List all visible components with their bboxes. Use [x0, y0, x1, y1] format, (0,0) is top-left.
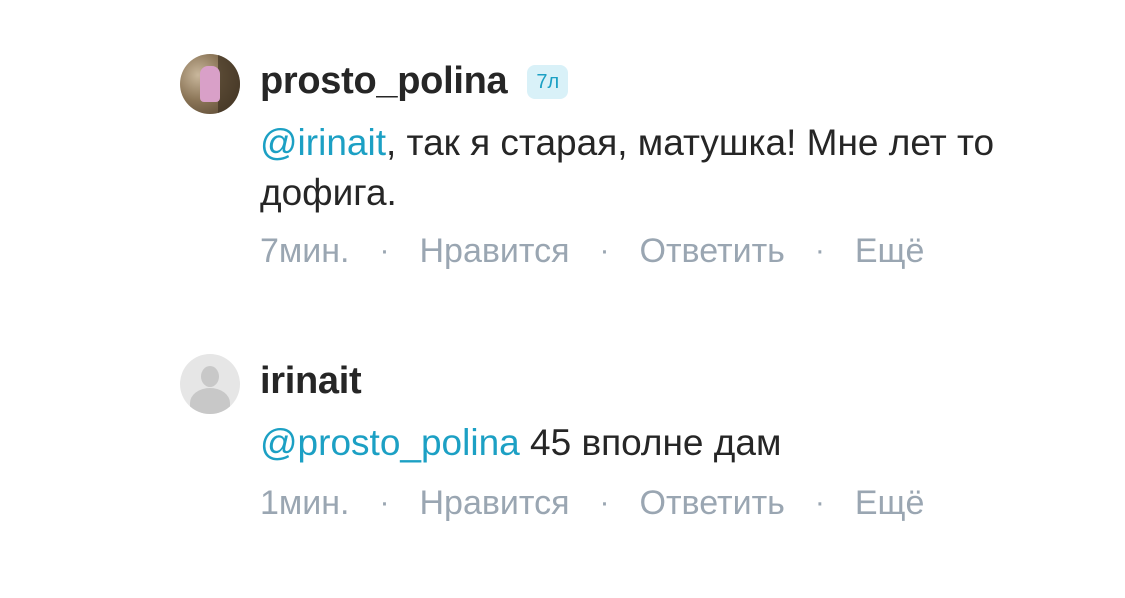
separator-dot: · [814, 234, 825, 267]
comment-actions: 1мин. · Нравится · Ответить · Ещё [260, 478, 1080, 528]
like-button[interactable]: Нравится [420, 484, 570, 523]
comment-body: irinait @prosto_polina 45 вполне дам 1ми… [260, 354, 1080, 528]
comment-header: irinait [260, 348, 1080, 414]
avatar-photo-figure [200, 66, 220, 102]
avatar[interactable] [180, 54, 240, 114]
username[interactable]: irinait [260, 360, 362, 403]
comment-actions: 7мин. · Нравится · Ответить · Ещё [260, 226, 1080, 276]
default-avatar-shoulders [190, 388, 230, 414]
separator-dot: · [379, 234, 390, 267]
more-button[interactable]: Ещё [855, 484, 925, 523]
comment-text: @irinait, так я старая, матушка! Мне лет… [260, 118, 1080, 218]
avatar[interactable] [180, 354, 240, 414]
timestamp: 7мин. [260, 231, 350, 270]
age-badge: 7л [527, 65, 569, 99]
comment-body: prosto_polina 7л @irinait, так я старая,… [260, 54, 1080, 276]
separator-dot: · [599, 486, 610, 519]
timestamp: 1мин. [260, 483, 350, 522]
comment-text: @prosto_polina 45 вполне дам [260, 418, 1080, 468]
avatar-photo-shade [218, 54, 240, 114]
comment-header: prosto_polina 7л [260, 48, 1080, 114]
reply-button[interactable]: Ответить [640, 232, 785, 271]
separator-dot: · [814, 486, 825, 519]
comment-message: 45 вполне дам [519, 422, 782, 463]
reply-button[interactable]: Ответить [640, 484, 785, 523]
username[interactable]: prosto_polina [260, 60, 508, 103]
mention-link[interactable]: @irinait [260, 122, 386, 163]
more-button[interactable]: Ещё [855, 232, 925, 271]
like-button[interactable]: Нравится [420, 232, 570, 271]
separator-dot: · [599, 234, 610, 267]
separator-dot: · [379, 486, 390, 519]
mention-link[interactable]: @prosto_polina [260, 422, 520, 463]
default-avatar-head [201, 366, 219, 387]
